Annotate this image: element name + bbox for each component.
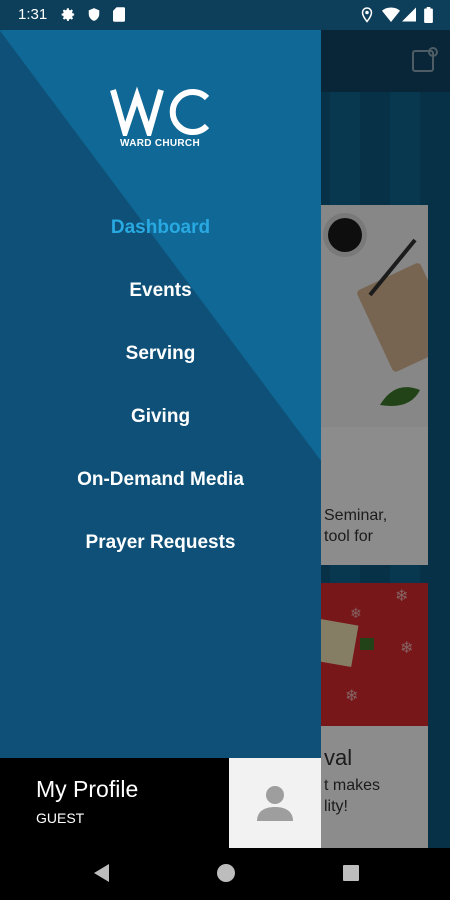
signal-icon — [402, 7, 416, 27]
profile-role: GUEST — [36, 810, 85, 826]
drawer-menu: Dashboard Events Serving Giving On-Deman… — [0, 212, 321, 590]
wc-logo-mark — [110, 86, 210, 136]
profile-name: My Profile — [36, 776, 139, 802]
menu-item-serving[interactable]: Serving — [0, 338, 321, 401]
shield-icon — [87, 7, 101, 27]
settings-icon — [61, 7, 76, 27]
location-icon — [361, 7, 373, 28]
status-time: 1:31 — [18, 6, 48, 23]
wifi-icon — [382, 7, 400, 27]
sd-card-icon — [113, 7, 125, 27]
status-bar: 1:31 — [0, 0, 450, 30]
logo-text: WARD CHURCH — [120, 138, 200, 149]
menu-item-dashboard[interactable]: Dashboard — [0, 212, 321, 275]
back-icon[interactable] — [91, 862, 111, 889]
menu-item-on-demand-media[interactable]: On-Demand Media — [0, 464, 321, 527]
system-nav-bar — [0, 848, 450, 900]
person-icon — [257, 786, 293, 821]
menu-item-events[interactable]: Events — [0, 275, 321, 338]
recents-icon[interactable] — [341, 862, 361, 889]
church-logo: WARD CHURCH — [109, 86, 211, 149]
battery-icon — [424, 7, 433, 28]
menu-item-giving[interactable]: Giving — [0, 401, 321, 464]
avatar[interactable] — [229, 758, 321, 848]
navigation-drawer: WARD CHURCH Dashboard Events Serving Giv… — [0, 30, 321, 848]
menu-item-prayer-requests[interactable]: Prayer Requests — [0, 527, 321, 590]
home-icon[interactable] — [216, 862, 236, 889]
